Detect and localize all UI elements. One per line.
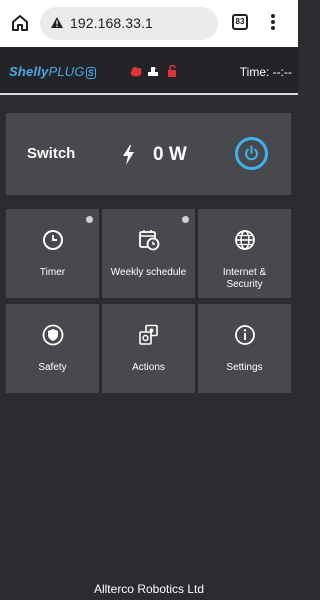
globe-icon bbox=[234, 230, 255, 250]
tile-actions[interactable]: Actions bbox=[102, 304, 195, 393]
tile-safety[interactable]: Safety bbox=[6, 304, 99, 393]
tile-label: Timer bbox=[39, 267, 66, 278]
clock-icon bbox=[42, 230, 63, 250]
tile-label: Weekly schedule bbox=[110, 267, 187, 278]
unlocked-icon bbox=[168, 65, 176, 77]
address-bar[interactable]: 192.168.33.1 bbox=[40, 7, 218, 40]
status-dot bbox=[182, 216, 189, 223]
tile-weekly-schedule[interactable]: Weekly schedule bbox=[102, 209, 195, 298]
footer-text: Allterco Robotics Ltd bbox=[93, 582, 205, 596]
shield-icon bbox=[42, 324, 63, 346]
url-text: 192.168.33.1 bbox=[70, 15, 153, 31]
calendar-clock-icon bbox=[138, 230, 159, 251]
status-dot bbox=[86, 216, 93, 223]
tile-timer[interactable]: Timer bbox=[6, 209, 99, 298]
app-header: ShellyPLUG S Time: --:-- bbox=[0, 47, 298, 95]
tile-label: Internet & Security bbox=[222, 267, 267, 290]
tile-label: Actions bbox=[132, 362, 165, 373]
shelly-logo: ShellyPLUG S bbox=[9, 64, 96, 79]
browser-menu-icon[interactable] bbox=[268, 14, 278, 32]
tile-label: Settings bbox=[226, 362, 263, 373]
tile-internet-security[interactable]: Internet & Security bbox=[198, 209, 291, 298]
time-label: Time: --:-- bbox=[239, 65, 292, 79]
cloud-icon bbox=[130, 67, 142, 77]
switch-label: Switch bbox=[27, 145, 76, 162]
connection-status-icons bbox=[130, 65, 176, 77]
warning-icon[interactable] bbox=[50, 16, 64, 29]
tab-count-button[interactable]: 83 bbox=[232, 14, 248, 30]
tile-label: Safety bbox=[38, 362, 67, 373]
power-toggle-button[interactable] bbox=[235, 137, 268, 170]
power-icon bbox=[245, 145, 258, 161]
home-icon[interactable] bbox=[10, 13, 30, 33]
actions-icon bbox=[138, 324, 158, 345]
browser-toolbar: 192.168.33.1 83 bbox=[0, 0, 298, 47]
power-value: 0 W bbox=[153, 144, 187, 165]
switch-card: Switch 0 W bbox=[6, 113, 291, 195]
info-icon bbox=[234, 325, 255, 345]
network-icon bbox=[148, 67, 158, 76]
tile-settings[interactable]: Settings bbox=[198, 304, 291, 393]
lightning-icon bbox=[123, 145, 134, 165]
